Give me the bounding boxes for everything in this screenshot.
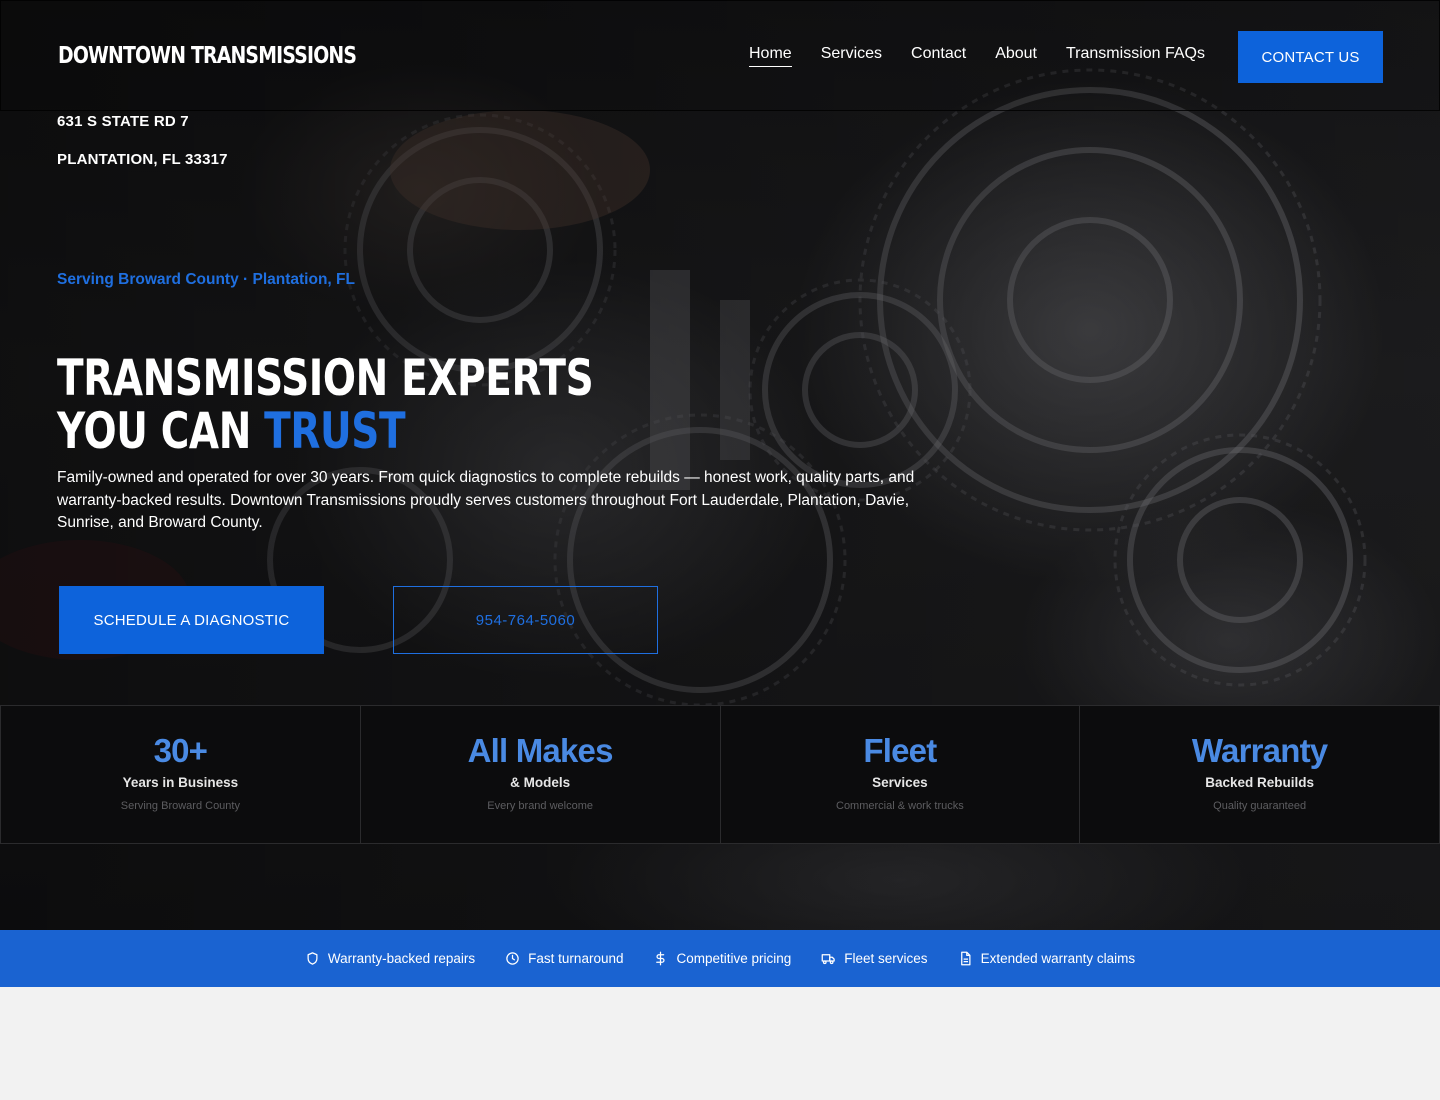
headline-line-1: TRANSMISSION EXPERTS (57, 349, 594, 407)
stat-card: All Makes & Models Every brand welcome (361, 706, 721, 843)
stat-value: 30+ (153, 732, 208, 769)
contact-us-button[interactable]: CONTACT US (1238, 31, 1383, 83)
feature-label: Competitive pricing (676, 951, 792, 966)
feature-item: Competitive pricing (653, 951, 791, 966)
stat-label: & Models (510, 775, 571, 790)
stat-value: Warranty (1191, 732, 1328, 769)
feature-item: Extended warranty claims (958, 951, 1136, 966)
feature-label: Warranty-backed repairs (327, 951, 476, 966)
stat-card: Fleet Services Commercial & work trucks (721, 706, 1081, 843)
truck-icon (821, 954, 836, 965)
feature-item: Warranty-backed repairs (305, 951, 475, 966)
dollar-icon (656, 951, 666, 966)
phone-call-button[interactable]: 954-764-5060 (393, 586, 658, 654)
nav-link-contact[interactable]: Contact (911, 45, 966, 67)
stat-value: All Makes (467, 732, 614, 769)
feature-label: Fast turnaround (528, 951, 624, 966)
stat-label: Backed Rebuilds (1205, 775, 1315, 790)
stat-subtext: Every brand welcome (487, 800, 594, 812)
features-strip: Warranty-backed repairs Fast turnaround … (0, 930, 1440, 987)
address-street: 631 S STATE RD 7 (57, 113, 189, 130)
document-icon (960, 951, 971, 966)
page-content-area (0, 987, 1440, 1100)
feature-item: Fleet services (821, 951, 928, 966)
stat-card: Warranty Backed Rebuilds Quality guarant… (1080, 706, 1439, 843)
address-city: PLANTATION, FL 33317 (57, 151, 228, 168)
clock-icon (506, 952, 519, 965)
site-logo[interactable]: DOWNTOWN TRANSMISSIONS (58, 43, 357, 69)
stat-label: Services (872, 775, 928, 790)
hero-intro-text: Family-owned and operated for over 30 ye… (57, 469, 915, 531)
nav-link-services[interactable]: Services (821, 45, 882, 67)
headline-accent-word: TRUST (264, 402, 406, 460)
stat-value: Fleet (863, 732, 937, 769)
schedule-diagnostic-button[interactable]: SCHEDULE A DIAGNOSTIC (59, 586, 324, 654)
nav-menu: Home Services Contact About Transmission… (749, 45, 1205, 67)
stat-card: 30+ Years in Business Serving Broward Co… (1, 706, 361, 843)
nav-link-about[interactable]: About (995, 45, 1037, 67)
stats-bar: 30+ Years in Business Serving Broward Co… (0, 705, 1440, 844)
nav-link-transmission-faqs[interactable]: Transmission FAQs (1066, 45, 1205, 67)
stat-subtext: Commercial & work trucks (836, 800, 964, 812)
stat-subtext: Serving Broward County (120, 800, 240, 812)
feature-item: Fast turnaround (505, 951, 623, 966)
feature-label: Fleet services (844, 951, 928, 966)
hero-headline: TRANSMISSION EXPERTS YOU CAN TRUST (57, 349, 594, 460)
stat-label: Years in Business (122, 775, 239, 790)
headline-line-2-prefix: YOU CAN (57, 402, 265, 460)
hero-section: DOWNTOWN TRANSMISSIONS Home Services Con… (0, 0, 1440, 930)
hero-tagline: Serving Broward County · Plantation, FL (57, 271, 355, 288)
feature-label: Extended warranty claims (980, 951, 1136, 966)
stat-subtext: Quality guaranteed (1213, 800, 1307, 812)
nav-link-home[interactable]: Home (749, 45, 792, 67)
shield-icon (307, 952, 318, 965)
top-navigation: DOWNTOWN TRANSMISSIONS Home Services Con… (0, 0, 1440, 111)
